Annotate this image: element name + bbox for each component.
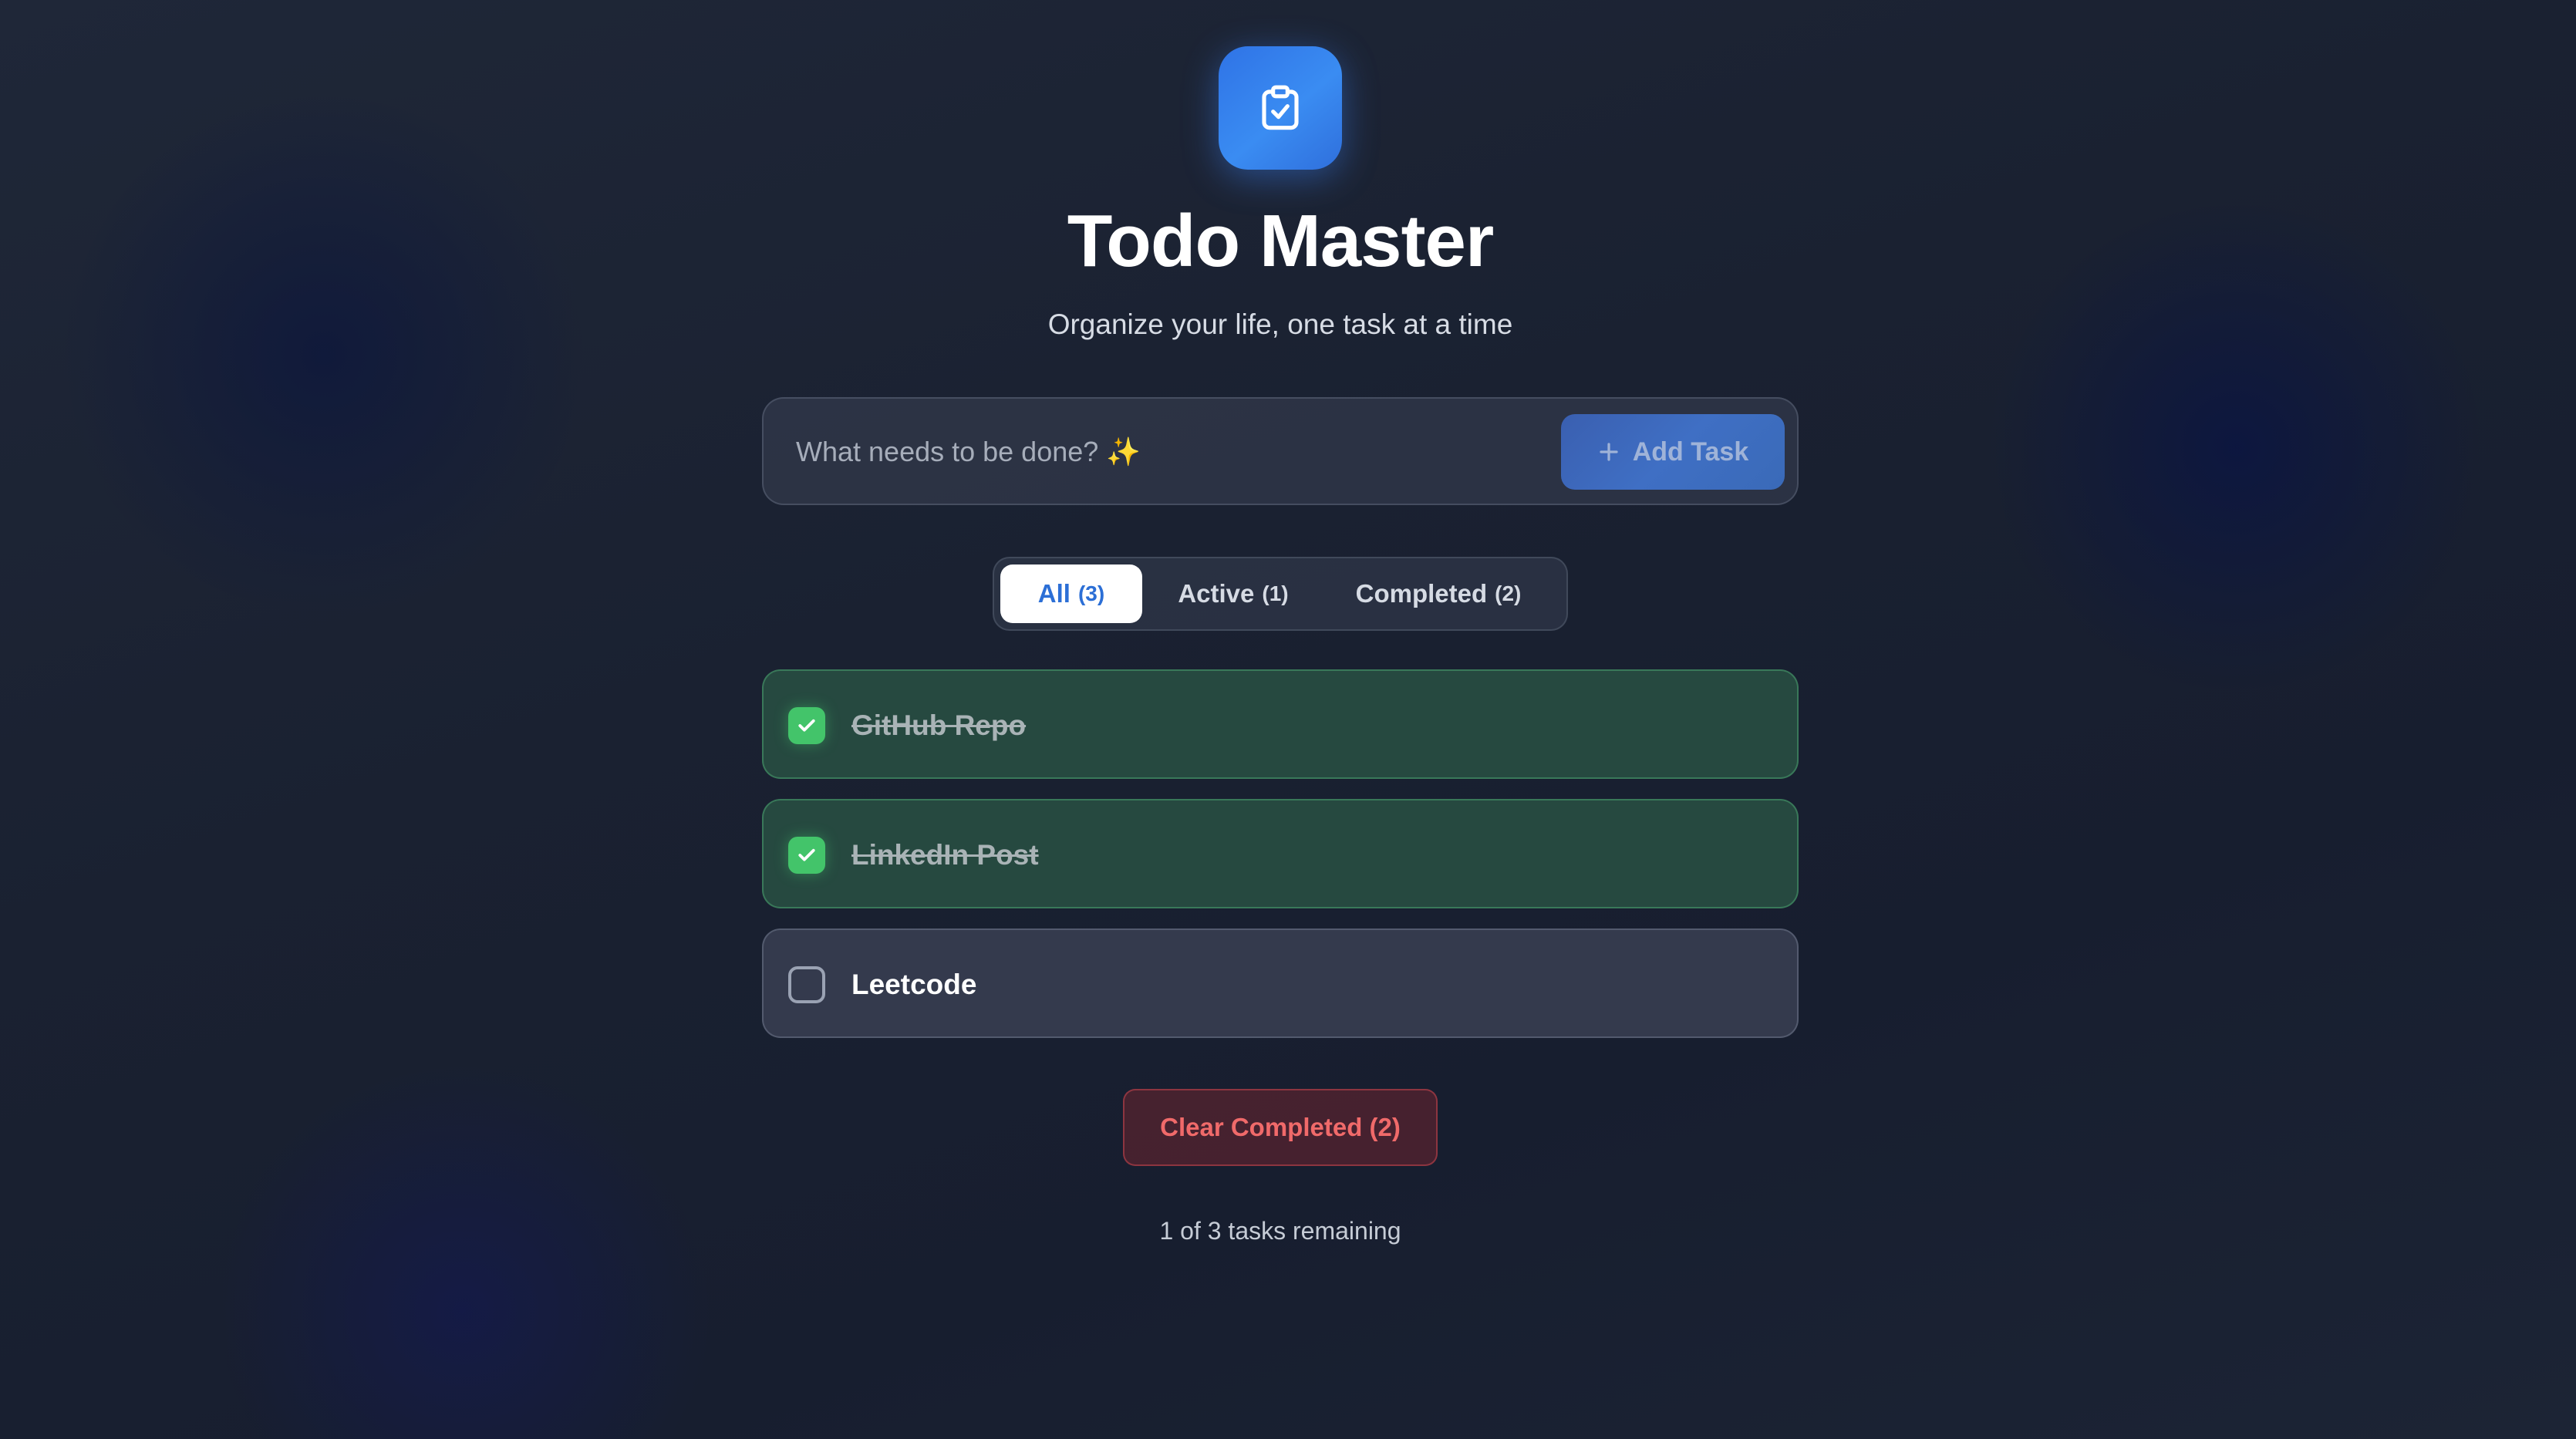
todo-item[interactable]: LinkedIn Post [762, 799, 1799, 908]
page-subtitle: Organize your life, one task at a time [1047, 308, 1513, 340]
todo-item[interactable]: Leetcode [762, 928, 1799, 1038]
tab-active-label: Active [1178, 579, 1255, 608]
add-task-button[interactable]: Add Task [1561, 414, 1785, 490]
add-task-label: Add Task [1632, 436, 1749, 467]
page-title: Todo Master [1067, 200, 1495, 282]
tab-all[interactable]: All (3) [1000, 564, 1142, 623]
todo-checkbox-unchecked[interactable] [788, 966, 825, 1003]
new-task-input[interactable] [794, 422, 1492, 482]
check-icon [798, 719, 815, 732]
todo-checkbox-checked[interactable] [788, 837, 825, 874]
tab-completed[interactable]: Completed (2) [1323, 564, 1554, 623]
tab-completed-count: (2) [1495, 581, 1522, 605]
tab-completed-label: Completed [1355, 579, 1488, 608]
tab-all-label: All [1037, 579, 1071, 608]
tab-all-count: (3) [1077, 581, 1105, 605]
clipboard-check-icon [1262, 85, 1299, 130]
todo-item[interactable]: GitHub Repo [762, 669, 1799, 779]
todo-app: Todo Master Organize your life, one task… [0, 0, 2576, 1439]
tasks-remaining-text: 1 of 3 tasks remaining [1159, 1217, 1401, 1245]
add-task-form: Add Task [762, 397, 1799, 505]
tab-active-count: (1) [1262, 581, 1289, 605]
todo-text: LinkedIn Post [851, 839, 1039, 871]
todo-text: GitHub Repo [851, 709, 1027, 741]
check-icon [798, 848, 815, 861]
filter-tabs: All (3) Active (1) Completed (2) [993, 557, 1568, 631]
todo-checkbox-checked[interactable] [788, 707, 825, 744]
tab-active[interactable]: Active (1) [1162, 564, 1304, 623]
app-logo [1219, 46, 1342, 170]
plus-icon [1597, 440, 1620, 463]
clear-completed-button[interactable]: Clear Completed (2) [1123, 1089, 1438, 1166]
todo-text: Leetcode [851, 969, 977, 1000]
